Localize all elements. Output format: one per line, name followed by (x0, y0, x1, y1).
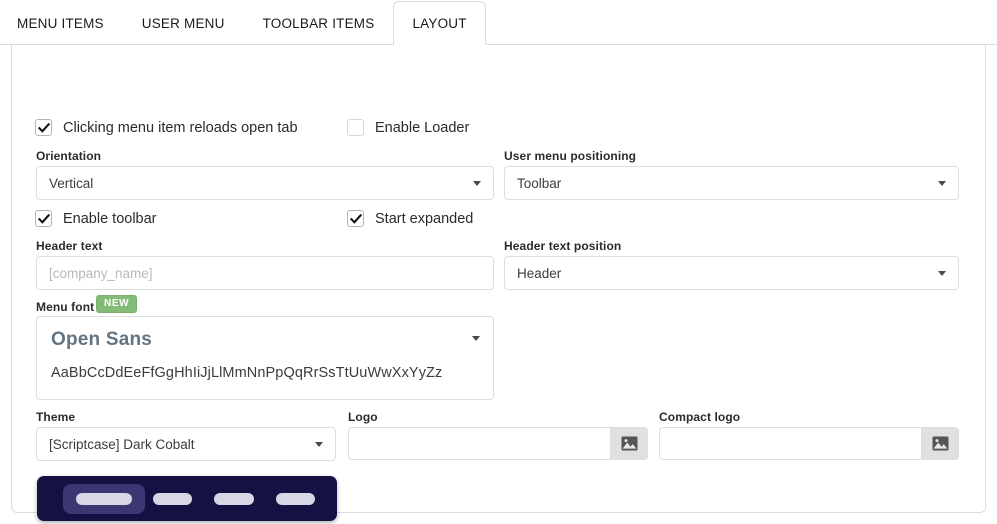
tab-toolbar-items[interactable]: TOOLBAR ITEMS (244, 1, 394, 45)
enable-loader-checkbox-row[interactable]: Enable Loader (347, 119, 469, 136)
theme-preview-item (153, 492, 193, 505)
header-text-input[interactable] (36, 256, 494, 290)
tab-label: USER MENU (141, 16, 225, 31)
menu-font-select[interactable]: Open Sans AaBbCcDdEeFfGgHhIiJjLlMmNnPpQq… (36, 316, 494, 400)
theme-value: [Scriptcase] Dark Cobalt (49, 436, 195, 452)
enable-loader-checkbox[interactable] (347, 119, 364, 136)
user-menu-positioning-select[interactable]: Toolbar (504, 166, 959, 200)
start-expanded-checkbox-label: Start expanded (375, 210, 474, 227)
reload-tab-checkbox-row[interactable]: Clicking menu item reloads open tab (35, 119, 298, 136)
header-text-position-select[interactable]: Header (504, 256, 959, 290)
tab-menu-items[interactable]: MENU ITEMS (0, 1, 123, 45)
theme-preview-bar (76, 492, 132, 505)
enable-loader-checkbox-label: Enable Loader (375, 119, 470, 136)
compact-logo-browse-button[interactable] (921, 427, 959, 460)
logo-input[interactable] (348, 427, 610, 460)
enable-toolbar-checkbox-label: Enable toolbar (63, 210, 157, 227)
theme-preview-item (275, 492, 315, 505)
tab-user-menu[interactable]: USER MENU (123, 1, 244, 45)
active-tab-panel-merge (394, 44, 485, 45)
compact-logo-file-field[interactable] (659, 427, 959, 460)
chevron-down-icon (938, 180, 946, 186)
theme-select[interactable]: [Scriptcase] Dark Cobalt (36, 427, 336, 461)
logo-label: Logo (348, 410, 378, 424)
menu-font-sample: AaBbCcDdEeFfGgHhIiJjLlMmNnPpQqRrSsTtUuWw… (51, 365, 443, 381)
start-expanded-checkbox-row[interactable]: Start expanded (347, 210, 473, 227)
theme-preview-item (214, 492, 254, 505)
tabbar: MENU ITEMS USER MENU TOOLBAR ITEMS LAYOU… (0, 0, 997, 45)
header-text-position-value: Header (517, 265, 562, 281)
tab-label: TOOLBAR ITEMS (262, 16, 375, 31)
theme-preview-active-item (63, 483, 145, 514)
compact-logo-label: Compact logo (659, 410, 741, 424)
image-icon (621, 436, 637, 451)
header-text-position-label: Header text position (504, 239, 622, 253)
chevron-down-icon (473, 180, 481, 186)
chevron-down-icon (472, 336, 480, 341)
chevron-down-icon (315, 441, 323, 447)
tab-label: LAYOUT (412, 16, 467, 31)
layout-panel: Clicking menu item reloads open tab Enab… (11, 44, 987, 521)
logo-file-field[interactable] (348, 427, 648, 460)
user-menu-positioning-label: User menu positioning (504, 149, 637, 163)
reload-tab-checkbox-label: Clicking menu item reloads open tab (63, 119, 298, 136)
tab-layout[interactable]: LAYOUT (393, 1, 486, 45)
enable-toolbar-checkbox-row[interactable]: Enable toolbar (35, 210, 157, 227)
user-menu-positioning-value: Toolbar (517, 175, 562, 191)
theme-label: Theme (36, 410, 76, 424)
image-icon (932, 436, 948, 451)
header-text-label: Header text (36, 239, 103, 253)
new-badge: NEW (96, 295, 138, 313)
compact-logo-input[interactable] (659, 427, 921, 460)
tab-label: MENU ITEMS (17, 16, 104, 31)
orientation-value: Vertical (49, 175, 94, 191)
menu-font-value: Open Sans (51, 329, 153, 350)
logo-browse-button[interactable] (610, 427, 648, 460)
orientation-label: Orientation (36, 149, 102, 163)
layout-settings-screen: MENU ITEMS USER MENU TOOLBAR ITEMS LAYOU… (0, 0, 997, 524)
enable-toolbar-checkbox[interactable] (35, 210, 52, 227)
panel-content: Clicking menu item reloads open tab Enab… (12, 44, 987, 521)
orientation-select[interactable]: Vertical (36, 166, 494, 200)
start-expanded-checkbox[interactable] (347, 210, 364, 227)
chevron-down-icon (938, 270, 946, 276)
menu-font-label: Menu font (36, 300, 95, 314)
reload-tab-checkbox[interactable] (35, 119, 52, 136)
panel-top-edge (11, 44, 986, 45)
theme-preview (37, 476, 337, 521)
